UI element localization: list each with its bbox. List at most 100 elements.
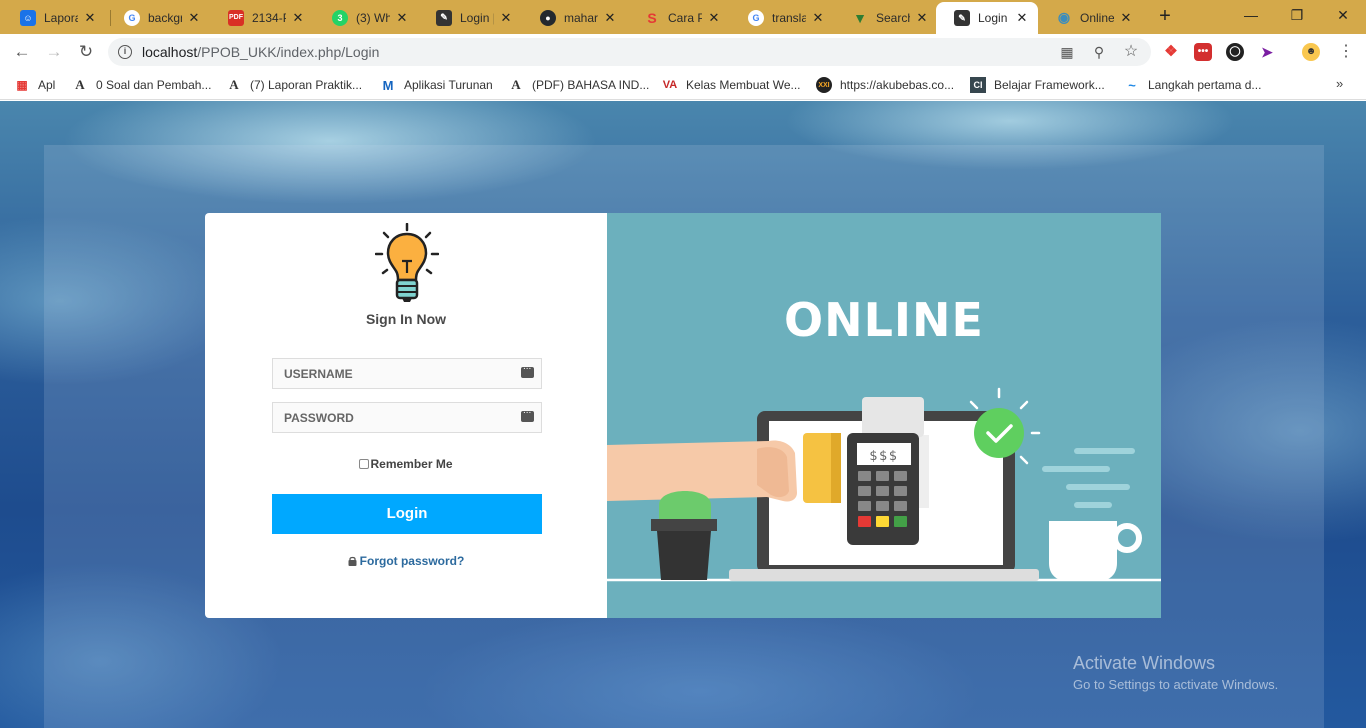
back-button[interactable]: ← [10,40,34,64]
coffee-mug [1049,521,1117,581]
terminal-ok-key [894,516,907,527]
close-icon[interactable]: ✕ [914,10,930,26]
bookmark-kelas[interactable]: VA Kelas Membuat We... [662,76,801,94]
username-input[interactable] [273,359,513,388]
tab-title: translat [772,10,806,25]
close-icon[interactable]: ✕ [498,10,514,26]
close-icon[interactable]: ✕ [810,10,826,26]
tab-whatsapp[interactable]: 3 (3) Wha ✕ [314,4,418,31]
steam-lines [1042,448,1135,508]
page-background: Sign In Now Remember Me Login Forgot pas [0,101,1366,728]
user-icon: ☺ [20,9,36,26]
tab-laporan[interactable]: ☺ Laporan ✕ [2,4,106,31]
close-icon[interactable]: ✕ [1014,10,1030,26]
tab-mahara[interactable]: ● mahara ✕ [522,4,626,31]
tab-online[interactable]: ◉ Online ✕ [1038,4,1142,31]
apps-grid-icon: ▦ [16,77,28,92]
credit-card-stripe [831,433,841,503]
forward-button[interactable]: → [42,40,66,64]
remember-me-label[interactable]: Remember Me [370,457,452,471]
username-field[interactable] [272,358,542,389]
close-icon[interactable]: ✕ [290,10,306,26]
menu-kebab-icon[interactable]: ⋮ [1334,40,1358,64]
v-logo-icon: ▼ [853,9,867,26]
browser-toolbar: ← → ↻ i localhost/PPOB_UKK/index.php/Log… [0,34,1366,70]
address-bar[interactable]: i localhost/PPOB_UKK/index.php/Login ▦ ⚲… [108,38,1151,66]
a-letter-icon: A [75,77,85,92]
tab-title: Login | [460,10,494,25]
bookmark-label: Belajar Framework... [994,78,1105,92]
tab-login-active[interactable]: ✎ Login | ✕ [936,2,1038,34]
terminal-cancel-key [858,516,871,527]
password-field[interactable] [272,402,542,433]
tab-title: Search [876,10,910,25]
close-icon[interactable]: ✕ [1118,10,1134,26]
tab-backgro[interactable]: G backgro ✕ [106,4,210,31]
bookmark-akubebas[interactable]: XXI https://akubebas.co... [816,76,954,94]
bookmarks-overflow-icon[interactable]: » [1336,76,1343,91]
bookmark-soal[interactable]: A 0 Soal dan Pembah... [72,76,211,94]
bookmark-label: Kelas Membuat We... [686,78,801,92]
remember-me-row: Remember Me [205,457,607,471]
reload-button[interactable]: ↻ [74,40,98,64]
site-info-icon[interactable]: i [118,45,132,59]
a-letter-icon: A [229,77,239,92]
profile-avatar-icon[interactable]: ☻ [1302,43,1320,61]
plant-pot [657,531,711,580]
lightbulb-icon [375,223,439,302]
bookmark-bahasa[interactable]: A (PDF) BAHASA IND... [508,76,649,94]
github-icon: ● [540,9,556,26]
bookmark-belajar[interactable]: CI Belajar Framework... [970,76,1105,94]
password-input[interactable] [273,403,513,432]
bookmark-label: 0 Soal dan Pembah... [96,78,212,92]
whatsapp-icon: 3 [332,9,348,26]
extension-icon[interactable]: ➤ [1258,43,1276,61]
forgot-password-label[interactable]: Forgot password? [360,554,465,568]
bookmark-label: (7) Laporan Praktik... [250,78,363,92]
bookmark-aplikasi[interactable]: M Aplikasi Turunan [380,76,493,94]
keyboard-icon [521,361,534,378]
terminal-keys [858,471,907,511]
laptop-base [729,569,1039,581]
extension-icon[interactable]: ❖ [1162,43,1180,61]
close-icon[interactable]: ✕ [82,10,98,26]
new-tab-button[interactable]: + [1154,5,1176,27]
tab-title: backgro [148,10,182,25]
translate-icon[interactable]: ▦ [1058,43,1076,61]
tab-login-1[interactable]: ✎ Login | ✕ [418,4,522,31]
close-icon[interactable]: ✕ [602,10,618,26]
close-icon[interactable]: ✕ [394,10,410,26]
bookmark-label: Apl [38,78,56,92]
tab-search[interactable]: ▼ Search ✕ [834,4,938,31]
tab-translate[interactable]: G translat ✕ [730,4,834,31]
m-logo-icon: M [382,77,394,93]
forgot-password-link[interactable]: Forgot password? [205,554,607,568]
tab-cara[interactable]: S Cara Pr ✕ [626,4,730,31]
online-title: ONLINE [784,293,984,347]
bookmark-langkah[interactable]: ~ Langkah pertama d... [1124,76,1261,94]
login-button[interactable]: Login [272,494,542,534]
bookmark-laporan[interactable]: A (7) Laporan Praktik... [226,76,362,94]
mug-handle [1112,523,1142,553]
close-icon[interactable]: ✕ [186,10,202,26]
tab-title: Cara Pr [668,10,702,25]
minimize-button[interactable]: — [1228,0,1274,32]
extension-icon[interactable]: ••• [1194,43,1212,61]
restore-button[interactable]: ❐ [1274,0,1320,32]
bookmark-apps[interactable]: ▦ Apl [14,76,55,94]
url-text[interactable]: localhost/PPOB_UKK/index.php/Login [142,44,379,60]
remember-me-checkbox[interactable] [359,459,370,469]
ci-logo-icon: CI [970,77,986,93]
terminal-clear-key [876,516,889,527]
cactus [659,491,711,519]
close-icon[interactable]: ✕ [706,10,722,26]
tab-pdf[interactable]: PDF 2134-P ✕ [210,4,314,31]
tab-title: Login | [978,11,1010,25]
tab-title: (3) Wha [356,10,390,25]
url-host: localhost [142,44,198,60]
extension-icon[interactable]: ◯ [1226,43,1244,61]
close-window-button[interactable]: ✕ [1320,0,1366,32]
check-badge [974,408,1024,458]
bookmark-star-icon[interactable]: ☆ [1122,43,1140,61]
zoom-icon[interactable]: ⚲ [1090,43,1108,61]
